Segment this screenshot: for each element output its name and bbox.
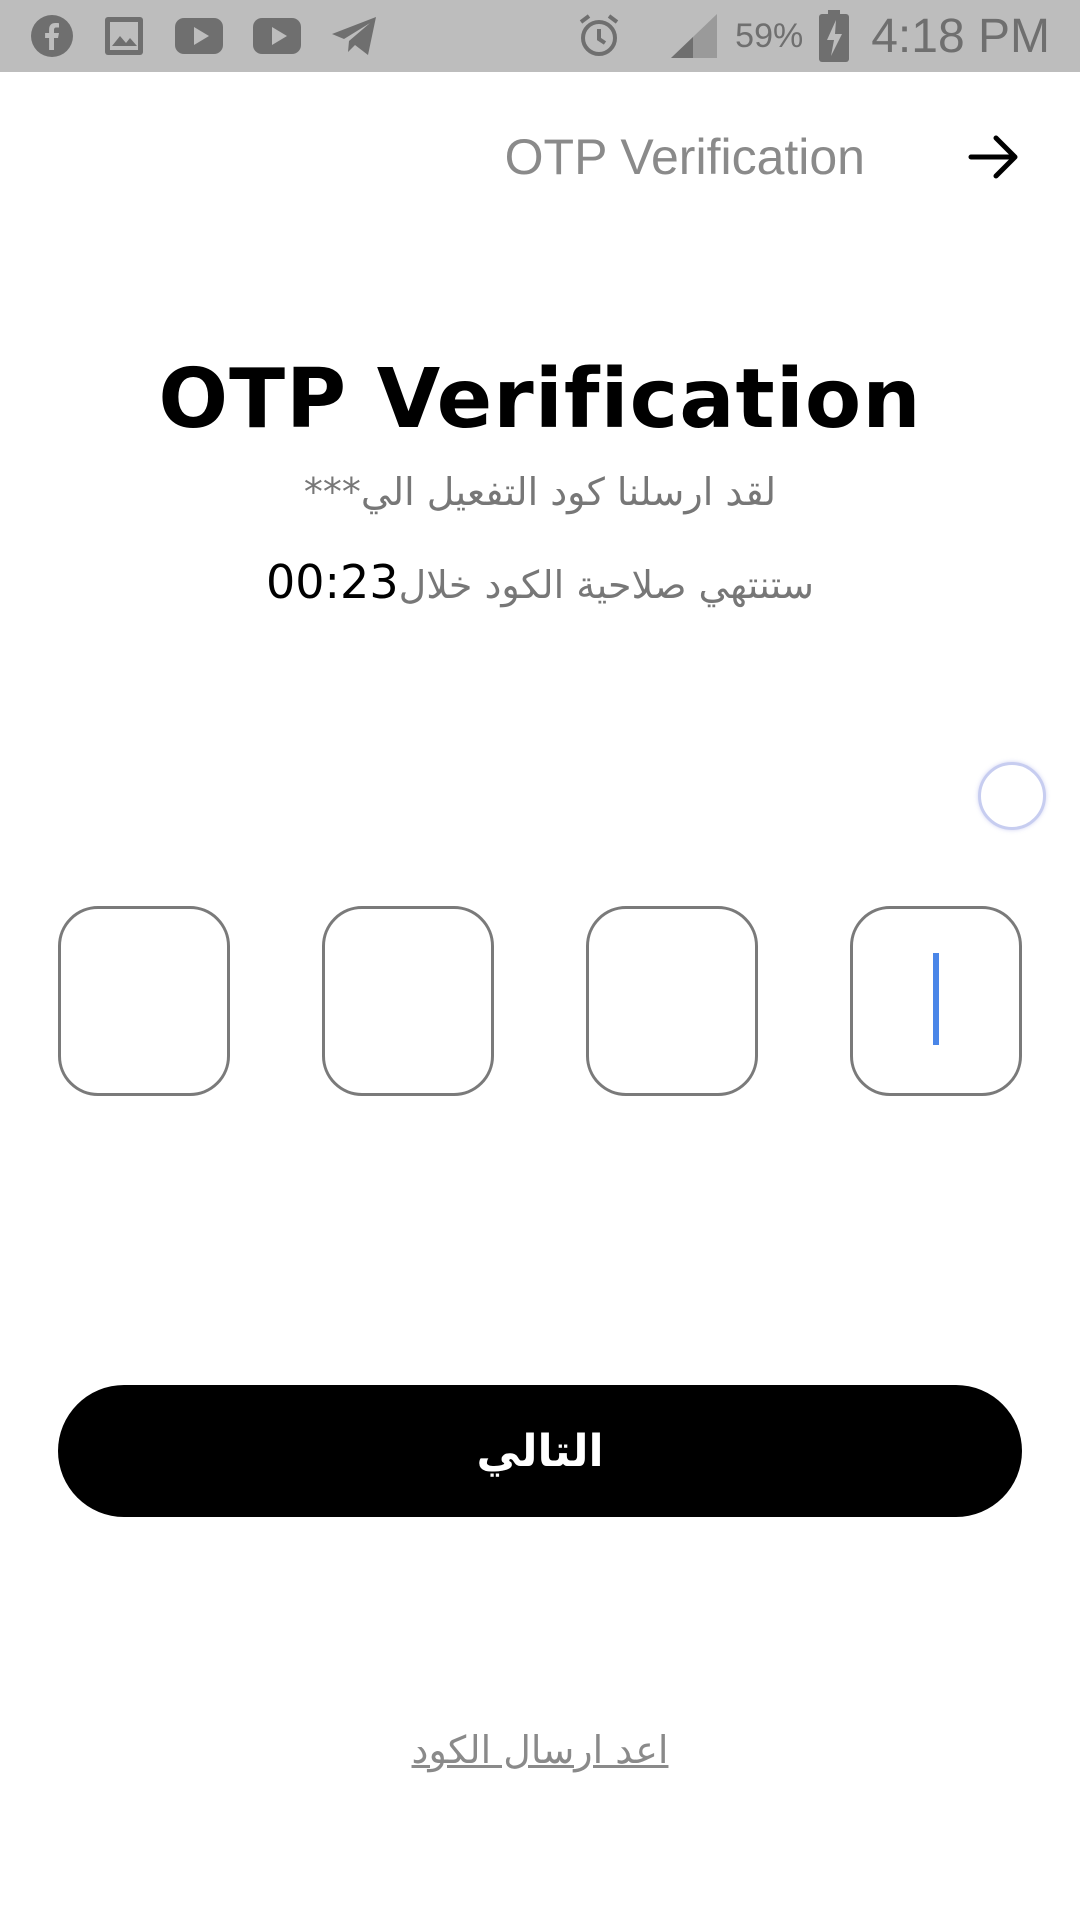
- otp-verification-screen: 59% 4:18 PM OTP Verification OTP Verific…: [0, 0, 1080, 1920]
- loading-indicator: [978, 762, 1046, 830]
- expiry-message: ستنتهي صلاحية الكود خلال: [398, 563, 814, 607]
- otp-digit-3[interactable]: [586, 906, 758, 1096]
- text-caret: [933, 953, 939, 1045]
- next-button[interactable]: التالي: [58, 1385, 1022, 1517]
- notification-icons: [30, 14, 378, 58]
- status-bar: 59% 4:18 PM: [0, 0, 1080, 72]
- app-bar-title: OTP Verification: [504, 129, 865, 185]
- back-arrow-icon[interactable]: [966, 129, 1022, 185]
- battery-percent: 59%: [735, 16, 804, 55]
- facebook-icon: [30, 14, 74, 58]
- resend-code-link[interactable]: اعد ارسال الكود: [0, 1728, 1080, 1772]
- app-bar: OTP Verification: [0, 72, 1080, 242]
- otp-input-row: [0, 906, 1080, 1096]
- gallery-icon: [102, 14, 146, 58]
- youtube-icon: [174, 16, 224, 56]
- system-status: 59% 4:18 PM: [575, 9, 1050, 64]
- clock: 4:18 PM: [871, 9, 1050, 63]
- battery-charging-icon: [819, 10, 850, 62]
- otp-digit-1[interactable]: [58, 906, 230, 1096]
- telegram-icon: [330, 14, 378, 58]
- otp-digit-4[interactable]: [850, 906, 1022, 1096]
- expiry-row: 00:23 ستنتهي صلاحية الكود خلال: [0, 555, 1080, 609]
- otp-digit-2[interactable]: [322, 906, 494, 1096]
- signal-icon: [669, 12, 719, 60]
- code-sent-message: لقد ارسلنا كود التفعيل الي***: [303, 470, 777, 514]
- countdown-timer: 00:23: [266, 555, 399, 609]
- page-title: OTP Verification: [158, 352, 922, 447]
- alarm-icon: [575, 12, 623, 60]
- youtube-icon: [252, 16, 302, 56]
